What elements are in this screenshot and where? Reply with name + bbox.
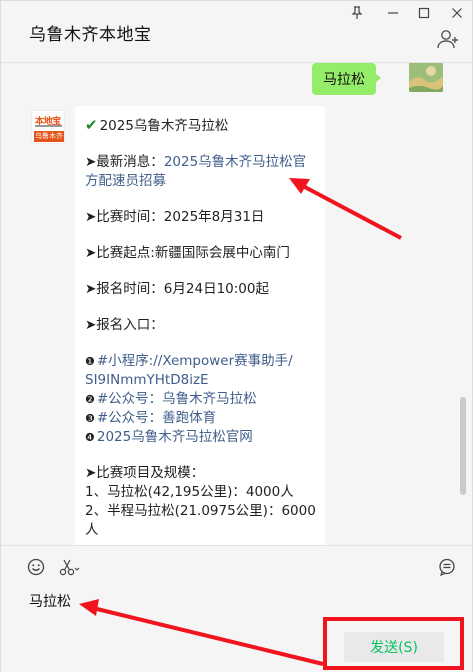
- race-start: ➤比赛起点:新疆国际会展中心南门: [85, 245, 290, 261]
- news-label: ➤最新消息：: [85, 154, 164, 170]
- maximize-icon[interactable]: [415, 5, 433, 21]
- bot-avatar[interactable]: 本地宝 乌鲁木齐: [31, 110, 65, 144]
- pin-icon[interactable]: [348, 5, 366, 21]
- annotation-highlight-box: [323, 617, 464, 670]
- self-message-bubble[interactable]: 马拉松: [312, 63, 381, 95]
- bullet-2: ❷: [85, 393, 95, 406]
- message-title: 2025乌鲁木齐马拉松: [99, 118, 229, 134]
- event-2: 2、半程马拉松(21.0975公里)：6000: [85, 503, 316, 519]
- event-2-cont: 人: [85, 522, 99, 538]
- entry-label: ➤报名入口：: [85, 317, 164, 333]
- entry-2-link[interactable]: #公众号：乌鲁木齐马拉松: [97, 391, 257, 407]
- entry-3-link[interactable]: #公众号：善跑体育: [97, 410, 216, 426]
- news-link-cont[interactable]: 方配速员招募: [85, 172, 315, 191]
- logo-divider: [35, 125, 62, 127]
- entry-1: ❶ #小程序://Xempower赛事助手/: [85, 352, 315, 371]
- title-bar: 乌鲁木齐本地宝: [1, 1, 472, 63]
- events-label: ➤比赛项目及规模：: [85, 465, 205, 481]
- bullet-1: ❶: [85, 355, 95, 368]
- entry-4-link[interactable]: 2025乌鲁木齐马拉松官网: [97, 429, 253, 445]
- emoji-icon[interactable]: [27, 558, 45, 576]
- news-link[interactable]: 2025乌鲁木齐马拉松官: [164, 154, 306, 170]
- self-avatar[interactable]: [409, 63, 443, 92]
- checkmark-icon: ✔: [85, 116, 98, 134]
- chat-title: 乌鲁木齐本地宝: [29, 25, 152, 45]
- entry-4: ❹ 2025乌鲁木齐马拉松官网: [85, 428, 315, 447]
- entry-1-link-cont[interactable]: SI9INmmYHtD8izE: [85, 371, 315, 390]
- bot-logo-bar: 乌鲁木齐: [34, 131, 64, 142]
- minimize-icon[interactable]: [384, 5, 402, 21]
- event-1: 1、马拉松(42,195公里)：4000人: [85, 484, 294, 500]
- entry-3: ❸ #公众号：善跑体育: [85, 409, 315, 428]
- race-time: ➤比赛时间：2025年8月31日: [85, 209, 265, 225]
- bot-message-bubble[interactable]: ✔ 2025乌鲁木齐马拉松 ➤最新消息：2025乌鲁木齐马拉松官 方配速员招募 ➤…: [75, 106, 325, 545]
- entry-1-link[interactable]: #小程序://Xempower赛事助手/: [97, 353, 293, 369]
- news-line: ➤最新消息：2025乌鲁木齐马拉松官: [85, 153, 315, 172]
- message-list[interactable]: 马拉松 本地宝 乌鲁木齐 ✔ 2025乌鲁木齐马拉松 ➤最新消息：2025乌鲁木齐…: [1, 63, 472, 545]
- close-icon[interactable]: [448, 5, 466, 21]
- message-title-line: ✔ 2025乌鲁木齐马拉松: [85, 116, 315, 136]
- message-input[interactable]: 马拉松: [29, 591, 71, 611]
- contact-info-icon[interactable]: [436, 29, 460, 49]
- chat-window: 乌鲁木齐本地宝 马拉松 本地宝 乌鲁木齐 ✔ 2025乌鲁木齐马拉松 ➤最新消息…: [0, 0, 473, 672]
- screenshot-scissors-icon[interactable]: [59, 558, 81, 576]
- bullet-3: ❸: [85, 412, 95, 425]
- bullet-4: ❹: [85, 431, 95, 444]
- chat-scrollbar[interactable]: [460, 397, 466, 495]
- chat-history-icon[interactable]: [438, 558, 456, 577]
- entry-2: ❷ #公众号：乌鲁木齐马拉松: [85, 390, 315, 409]
- signup-time: ➤报名时间：6月24日10:00起: [85, 281, 269, 297]
